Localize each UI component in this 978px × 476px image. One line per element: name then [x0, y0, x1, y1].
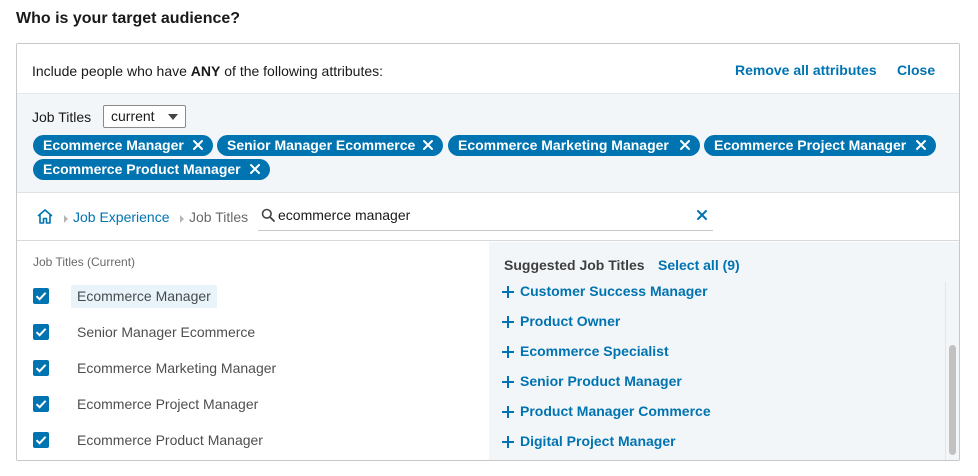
- plus-icon: [501, 435, 515, 449]
- pill-label: Ecommerce Product Manager: [43, 161, 241, 177]
- include-statement: Include people who have ANY of the follo…: [32, 63, 383, 79]
- pill-senior-manager-ecommerce[interactable]: Senior Manager Ecommerce: [217, 135, 443, 156]
- checkbox-checked-icon[interactable]: [33, 396, 49, 412]
- checkbox-checked-icon[interactable]: [33, 360, 49, 376]
- plus-icon: [501, 345, 515, 359]
- result-label: Ecommerce Project Manager: [77, 396, 259, 412]
- remove-x-icon[interactable]: [192, 139, 204, 151]
- plus-icon: [501, 375, 515, 389]
- result-label: Senior Manager Ecommerce: [77, 324, 256, 340]
- caret-down-icon: [168, 114, 178, 120]
- plus-icon: [501, 315, 515, 329]
- close-link[interactable]: Close: [897, 62, 935, 78]
- breadcrumb-job-experience[interactable]: Job Experience: [73, 209, 170, 225]
- include-suffix: of the following attributes:: [220, 63, 384, 79]
- chevron-right-icon: [179, 211, 185, 223]
- suggestions-scrollbar[interactable]: [945, 282, 958, 460]
- dropdown-value: current: [111, 108, 155, 124]
- pill-ecommerce-project-manager[interactable]: Ecommerce Project Manager: [704, 135, 936, 156]
- job-title-scope-dropdown[interactable]: current: [103, 105, 186, 128]
- suggestion-label: Customer Success Manager: [520, 283, 708, 299]
- remove-x-icon[interactable]: [679, 139, 691, 151]
- page-title: Who is your target audience?: [16, 10, 241, 27]
- suggestions-heading: Suggested Job Titles: [504, 257, 645, 273]
- browse-bar: Job Experience Job Titles: [17, 193, 959, 241]
- pill-ecommerce-marketing-manager[interactable]: Ecommerce Marketing Manager: [448, 135, 700, 156]
- suggestion-label: Product Owner: [520, 313, 621, 329]
- chevron-right-icon: [63, 211, 69, 223]
- suggestion-label: Digital Project Manager: [520, 433, 676, 449]
- plus-icon: [501, 405, 515, 419]
- home-icon[interactable]: [36, 208, 54, 225]
- checkbox-checked-icon[interactable]: [33, 288, 49, 304]
- select-all-link[interactable]: Select all (9): [658, 257, 740, 273]
- suggestion-label: Ecommerce Specialist: [520, 343, 669, 359]
- pill-label: Ecommerce Marketing Manager: [458, 137, 669, 153]
- plus-icon: [501, 285, 515, 299]
- pill-ecommerce-manager[interactable]: Ecommerce Manager: [33, 135, 213, 156]
- scrollbar-thumb[interactable]: [949, 345, 956, 455]
- suggestions-pane: Suggested Job Titles Select all (9) Cust…: [489, 242, 959, 460]
- results-heading: Job Titles (Current): [33, 255, 136, 269]
- include-prefix: Include people who have: [32, 63, 191, 79]
- suggestion-label: Product Manager Commerce: [520, 403, 711, 419]
- breadcrumb-job-titles: Job Titles: [189, 209, 249, 225]
- result-label: Ecommerce Manager: [71, 285, 217, 308]
- panel-header: Include people who have ANY of the follo…: [17, 44, 959, 94]
- selected-attributes: Job Titles current Ecommerce Manager Sen…: [17, 94, 959, 193]
- remove-all-attributes-link[interactable]: Remove all attributes: [735, 62, 877, 78]
- targeting-panel: Include people who have ANY of the follo…: [16, 43, 960, 461]
- checkbox-checked-icon[interactable]: [33, 432, 49, 448]
- remove-x-icon[interactable]: [915, 139, 927, 151]
- result-label: Ecommerce Marketing Manager: [77, 360, 277, 376]
- search-box[interactable]: [258, 203, 713, 231]
- pill-label: Ecommerce Manager: [43, 137, 184, 153]
- include-any: ANY: [190, 63, 221, 79]
- pill-label: Ecommerce Project Manager: [714, 137, 907, 153]
- pill-ecommerce-product-manager[interactable]: Ecommerce Product Manager: [33, 159, 270, 180]
- pill-label: Senior Manager Ecommerce: [227, 137, 416, 153]
- results-pane: Job Titles (Current) Ecommerce Manager S…: [17, 242, 489, 460]
- remove-x-icon[interactable]: [249, 163, 261, 175]
- search-input[interactable]: [278, 205, 678, 225]
- search-icon: [261, 208, 275, 222]
- checkbox-checked-icon[interactable]: [33, 324, 49, 340]
- clear-icon[interactable]: [695, 208, 709, 222]
- job-titles-label: Job Titles: [32, 109, 92, 125]
- result-label: Ecommerce Product Manager: [77, 432, 263, 448]
- suggestion-label: Senior Product Manager: [520, 373, 682, 389]
- remove-x-icon[interactable]: [422, 139, 434, 151]
